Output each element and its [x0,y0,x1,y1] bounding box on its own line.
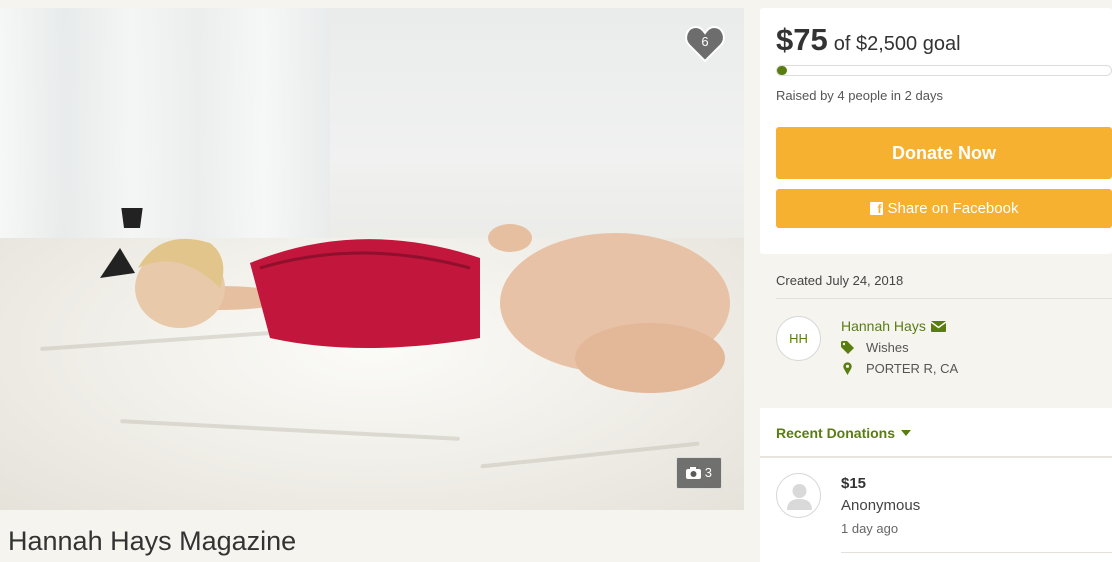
tag-icon [841,341,854,354]
heart-count: 6 [701,34,709,49]
location-row: PORTER R, CA [841,361,958,376]
donor-avatar [776,473,821,518]
recent-donations-title[interactable]: Recent Donations [776,425,895,441]
amount-line: $75 of $2,500 goal [776,22,961,58]
camera-icon [685,467,701,479]
share-facebook-button[interactable]: f Share on Facebook [776,189,1112,228]
campaign-info: Created July 24, 2018 HH Hannah Hays Wis… [760,258,1112,400]
divider [760,456,1112,458]
category-row: Wishes [841,340,909,355]
progress-bar [776,65,1112,76]
recent-donations-panel: Recent Donations $15 Anonymous 1 day ago [760,408,1112,562]
created-date: Created July 24, 2018 [776,273,904,288]
caret-down-icon[interactable] [901,430,912,436]
donation-time: 1 day ago [841,521,899,536]
organizer-avatar[interactable]: HH [776,316,821,361]
map-pin-icon [841,362,854,375]
photo-subject-illustration [100,208,730,393]
donation-amount: $15 [841,475,867,492]
divider [776,298,1112,299]
category-label[interactable]: Wishes [866,340,909,355]
photo-gallery-button[interactable]: 3 [675,457,722,489]
organizer-link[interactable]: Hannah Hays [841,318,946,334]
donate-now-button[interactable]: Donate Now [776,127,1112,179]
raised-by-text: Raised by 4 people in 2 days [776,88,943,103]
campaign-title: Hannah Hays Magazine [8,526,297,556]
facebook-icon: f [869,202,883,216]
divider [841,552,1112,553]
campaign-photo[interactable]: 6 3 [0,8,744,510]
user-silhouette-icon [787,484,812,510]
location-label: PORTER R, CA [866,361,959,376]
donor-name: Anonymous [841,497,921,514]
organizer-name[interactable]: Hannah Hays [841,318,926,334]
progress-fill [777,66,788,75]
recent-donations-toggle[interactable]: Recent Donations [776,425,912,441]
envelope-icon[interactable] [930,320,946,332]
photo-count-label: 3 [704,465,712,480]
amount-raised: $75 [776,22,828,57]
share-facebook-label: Share on Facebook [887,200,1019,217]
favorite-heart-button[interactable]: 6 [684,24,726,64]
funding-panel: $75 of $2,500 goal Raised by 4 people in… [760,8,1112,254]
goal-text: of $2,500 goal [833,33,961,55]
